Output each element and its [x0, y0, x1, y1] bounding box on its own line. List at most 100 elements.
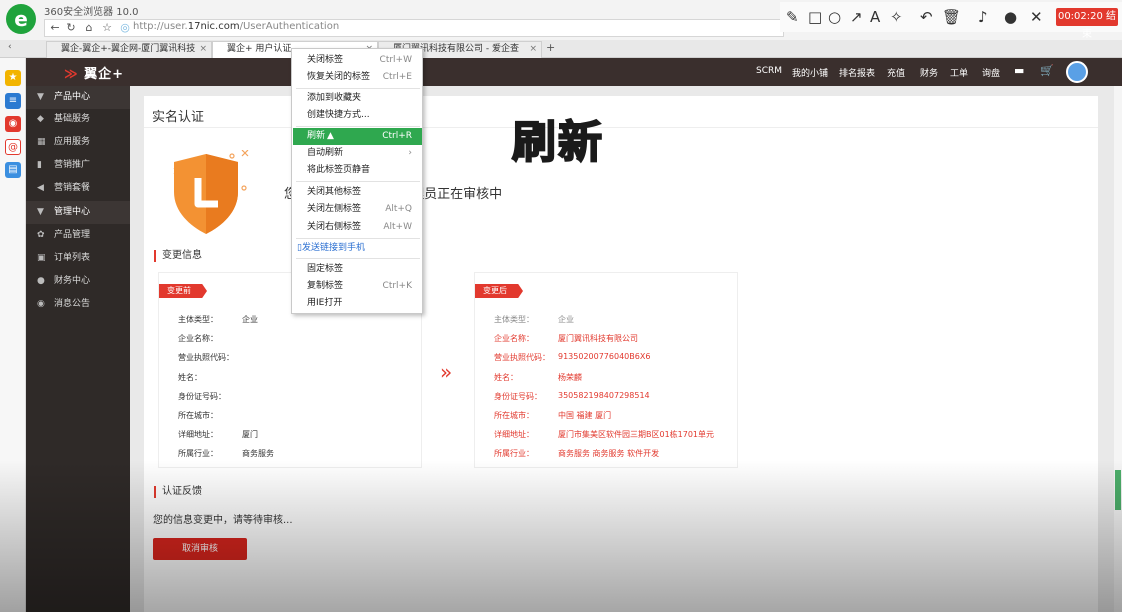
- menu-separator: [296, 88, 420, 89]
- menu-separator: [296, 181, 420, 182]
- document-icon[interactable]: ▤: [5, 162, 21, 178]
- sidebar-item-marketing-package[interactable]: ◀ 营销套餐: [26, 177, 130, 200]
- url-text[interactable]: http://user.17nic.com/UserAuthentication: [133, 21, 339, 32]
- tab-list-icon[interactable]: ‹: [8, 42, 12, 52]
- new-tab-icon[interactable]: +: [546, 41, 555, 54]
- sidebar-item-basic-services[interactable]: ◆ 基础服务: [26, 108, 130, 131]
- window-title: 360安全浏览器 10.0: [44, 7, 139, 18]
- after-row: 营业执照代码： 91350200776040B6X6: [494, 352, 651, 362]
- scrollbar-thumb[interactable]: [1115, 470, 1121, 510]
- sidebar-item-announcements[interactable]: ◉ 消息公告: [26, 293, 130, 316]
- menu-close-tab[interactable]: 关闭标签 Ctrl+W: [293, 52, 422, 69]
- mail-icon[interactable]: @: [5, 139, 21, 155]
- brand-mark-icon: ≫: [64, 67, 79, 82]
- panel-after: 变更后 主体类型： 企业 企业名称： 厦门翼讯科技有限公司 营业执照代码： 91350…: [474, 272, 738, 468]
- notes-icon[interactable]: ≡: [5, 93, 21, 109]
- speaker-icon[interactable]: ♪: [978, 8, 988, 26]
- favorites-star-icon[interactable]: ★: [5, 70, 21, 86]
- nav-scrm[interactable]: SCRM: [756, 66, 782, 76]
- menu-restore-closed-tab[interactable]: 恢复关闭的标签 Ctrl+E: [293, 69, 422, 86]
- pen-icon[interactable]: ✎: [786, 8, 799, 26]
- menu-close-left-tabs[interactable]: 关闭左侧标签 Alt+Q: [293, 201, 422, 218]
- sidebar-group-product-center[interactable]: ▼ 产品中心: [26, 86, 130, 109]
- circle-icon[interactable]: ○: [828, 8, 841, 26]
- menu-open-in-ie[interactable]: 用IE打开: [293, 295, 422, 312]
- sidebar-item-product-management[interactable]: ✿ 产品管理: [26, 224, 130, 247]
- before-row: 身份证号码：: [178, 392, 226, 401]
- menu-close-right-tabs[interactable]: 关闭右侧标签 Alt+W: [293, 219, 422, 236]
- page-title: 实名认证: [152, 110, 205, 125]
- site-logo[interactable]: ≫ 翼企+: [64, 63, 124, 82]
- menu-create-shortcut[interactable]: 创建快捷方式...: [293, 107, 422, 124]
- home-icon[interactable]: ⌂: [81, 21, 97, 35]
- rectangle-icon[interactable]: □: [808, 8, 822, 26]
- after-row: 所在城市： 中国 福建 厦门: [494, 411, 612, 420]
- before-row: 企业名称：: [178, 334, 218, 343]
- grid-icon: ▦: [37, 137, 46, 147]
- trash-icon[interactable]: 🗑: [942, 8, 961, 26]
- nav-finance[interactable]: 财务: [920, 66, 938, 79]
- nav-tickets[interactable]: 工单: [950, 66, 968, 79]
- menu-pin-tab[interactable]: 固定标签: [293, 261, 422, 278]
- avatar[interactable]: [1066, 61, 1088, 83]
- menu-auto-refresh[interactable]: 自动刷新 ›: [293, 145, 422, 162]
- tab-yiqi-home[interactable]: 翼企-翼企+-翼企网-厦门翼讯科技 ×: [46, 41, 212, 58]
- sidebar-group-management[interactable]: ▼ 管理中心: [26, 201, 130, 224]
- after-tag: 变更后: [475, 284, 523, 298]
- text-icon[interactable]: A: [870, 8, 880, 26]
- sidebar-item-app-services[interactable]: ▦ 应用服务: [26, 131, 130, 154]
- sidebar-item-order-list[interactable]: ▣ 订单列表: [26, 247, 130, 270]
- after-row: 姓名： 杨荣麟: [494, 373, 582, 382]
- nav-recharge[interactable]: 充值: [887, 66, 905, 79]
- browser-side-rail: ★ ≡ ◉ @ ▤: [0, 58, 26, 612]
- sidebar-item-marketing[interactable]: ▮ 营销推广: [26, 154, 130, 177]
- close-tab-icon[interactable]: ×: [199, 42, 207, 57]
- cart-icon[interactable]: 🛒: [1040, 64, 1054, 77]
- menu-send-to-phone[interactable]: ▯发送链接到手机: [293, 240, 422, 257]
- lock-icon: ▣: [37, 253, 46, 263]
- box-icon: ◆: [37, 114, 44, 124]
- pending-shield-icon: [168, 149, 258, 243]
- site-info-icon: ◎: [120, 21, 130, 34]
- mouse-cursor-icon: ▲: [327, 131, 334, 141]
- bar-chart-icon: ▮: [37, 160, 42, 170]
- menu-separator: [296, 126, 420, 127]
- menu-separator: [296, 238, 420, 239]
- undo-icon[interactable]: ↶: [920, 8, 933, 26]
- after-row: 企业名称： 厦门翼讯科技有限公司: [494, 334, 638, 343]
- reload-icon[interactable]: ↻: [63, 21, 79, 35]
- scrollbar[interactable]: [1114, 86, 1122, 612]
- message-icon[interactable]: ▬: [1014, 64, 1024, 77]
- tab-strip: ‹ 翼企-翼企+-翼企网-厦门翼讯科技× 翼企+ 用户认证× 厦门翼讯科技有限公…: [0, 40, 1122, 58]
- site-top-bar: ≫ 翼企+ SCRM 我的小铺 排名报表 充值 财务 工单 询盘 ▬ 🛒: [26, 58, 1122, 86]
- close-icon[interactable]: ✕: [1030, 8, 1043, 26]
- browser-chrome: e 360安全浏览器 10.0 ← ↻ ⌂ ☆ ◎ http://user.17…: [0, 0, 1122, 58]
- menu-refresh[interactable]: 刷新 ▲ Ctrl+R: [293, 128, 422, 145]
- menu-separator: [296, 258, 420, 259]
- caret-down-icon: ▼: [37, 92, 44, 102]
- microphone-icon[interactable]: ●: [1004, 8, 1017, 26]
- menu-close-other-tabs[interactable]: 关闭其他标签: [293, 184, 422, 201]
- favorite-star-icon[interactable]: ☆: [99, 21, 115, 35]
- weibo-icon[interactable]: ◉: [5, 116, 21, 132]
- back-icon[interactable]: ←: [47, 21, 63, 35]
- close-tab-icon[interactable]: ×: [529, 42, 537, 57]
- arrow-icon[interactable]: ↗: [850, 8, 863, 26]
- nav-inquiry[interactable]: 询盘: [982, 66, 1000, 79]
- recorder-toolbar: ✎ □ ○ ↗ A ✧ ↶ 🗑 ♪ ● ✕ 00:02:20 结束: [780, 2, 1122, 40]
- magic-wand-icon[interactable]: ✧: [890, 8, 903, 26]
- before-row: 详细地址： 厦门: [178, 430, 258, 439]
- nav-my-shop[interactable]: 我的小铺: [792, 66, 828, 79]
- before-row: 所在城市：: [178, 411, 218, 420]
- recording-timer-button[interactable]: 00:02:20 结束: [1056, 8, 1118, 40]
- cancel-review-button[interactable]: 取消审核: [153, 538, 247, 560]
- sidebar-item-finance-center[interactable]: ● 财务中心: [26, 270, 130, 293]
- before-row: 主体类型： 企业: [178, 315, 258, 324]
- feedback-text: 您的信息变更中，请等待审核...: [153, 515, 293, 526]
- menu-add-favorite[interactable]: 添加到收藏夹: [293, 90, 422, 107]
- address-bar[interactable]: ← ↻ ⌂ ☆ ◎ http://user.17nic.com/UserAuth…: [44, 19, 784, 37]
- menu-duplicate-tab[interactable]: 复制标签 Ctrl+K: [293, 278, 422, 295]
- menu-mute-tab[interactable]: 将此标签页静音: [293, 162, 422, 179]
- before-row: 所属行业： 商务服务: [178, 449, 274, 458]
- nav-ranking-report[interactable]: 排名报表: [839, 66, 875, 79]
